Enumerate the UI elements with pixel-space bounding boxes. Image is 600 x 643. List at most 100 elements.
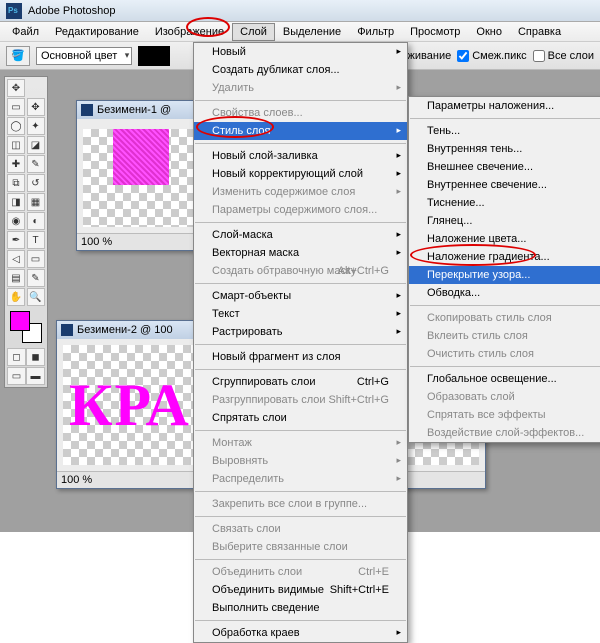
marquee-tool-icon[interactable]: ▭ [7, 98, 25, 116]
mi-delete[interactable]: Удалить [194, 79, 407, 97]
brush-tool-icon[interactable]: ✎ [27, 155, 45, 173]
lasso-tool-icon[interactable]: ◯ [7, 117, 25, 135]
screen-mode1-icon[interactable]: ▭ [7, 367, 26, 385]
mi-distribute[interactable]: Распределить [194, 470, 407, 488]
sm-stroke[interactable]: Обводка... [409, 284, 600, 302]
document-window-1[interactable]: Безимени-1 @ 100 % [76, 100, 206, 251]
mi-contentopt[interactable]: Параметры содержимого слоя... [194, 201, 407, 219]
quickmask-mode-icon[interactable]: ◼ [26, 348, 45, 366]
menu-separator [195, 559, 406, 560]
menu-edit[interactable]: Редактирование [47, 23, 147, 41]
sm-dropshadow[interactable]: Тень... [409, 122, 600, 140]
zoom-tool-icon[interactable]: 🔍 [27, 288, 45, 306]
menu-view[interactable]: Просмотр [402, 23, 468, 41]
mi-layerstyle[interactable]: Стиль слоя [194, 122, 407, 140]
fg-color[interactable] [10, 311, 30, 331]
sm-scaleeffects[interactable]: Воздействие слой-эффектов... [409, 424, 600, 442]
mi-vectormask[interactable]: Векторная маска [194, 244, 407, 262]
menu-window[interactable]: Окно [468, 23, 510, 41]
gradient-tool-icon[interactable]: ▦ [27, 193, 45, 211]
sm-blendopt[interactable]: Параметры наложения... [409, 97, 600, 115]
screen-mode2-icon[interactable]: ▬ [26, 367, 45, 385]
mi-hidelayers[interactable]: Спрятать слои [194, 409, 407, 427]
contiguous-checkbox[interactable]: Смеж.пикс [457, 50, 526, 62]
mi-merge[interactable]: Объединить слоиCtrl+E [194, 563, 407, 581]
menu-select[interactable]: Выделение [275, 23, 349, 41]
mi-layerprops[interactable]: Свойства слоев... [194, 104, 407, 122]
mi-ungroup[interactable]: Разгруппировать слоиShift+Ctrl+G [194, 391, 407, 409]
menu-file[interactable]: Файл [4, 23, 47, 41]
slice-tool-icon[interactable]: ◪ [27, 136, 45, 154]
mi-text[interactable]: Текст [194, 305, 407, 323]
mi-link[interactable]: Связать слои [194, 520, 407, 538]
pen-tool-icon[interactable]: ✒ [7, 231, 25, 249]
menu-layer[interactable]: Слой [232, 23, 275, 41]
eyedrop-tool-icon[interactable]: ✎ [27, 269, 45, 287]
mi-lockall[interactable]: Закрепить все слои в группе... [194, 495, 407, 513]
alllayers-checkbox[interactable]: Все слои [533, 50, 594, 62]
shape-tool-icon[interactable]: ▭ [27, 250, 45, 268]
type-tool-icon[interactable]: T [27, 231, 45, 249]
fill-source-combo[interactable]: Основной цвет [36, 47, 132, 65]
sm-copystyle[interactable]: Скопировать стиль слоя [409, 309, 600, 327]
menu-separator [410, 366, 600, 367]
path-tool-icon[interactable]: ◁ [7, 250, 25, 268]
menu-filter[interactable]: Фильтр [349, 23, 402, 41]
blur-tool-icon[interactable]: ◉ [7, 212, 25, 230]
hand-tool-icon[interactable]: ✋ [7, 288, 25, 306]
mi-layermask[interactable]: Слой-маска [194, 226, 407, 244]
crop-tool-icon[interactable]: ◫ [7, 136, 25, 154]
heal-tool-icon[interactable]: ✚ [7, 155, 25, 173]
menu-separator [195, 283, 406, 284]
ps-doc-icon [81, 104, 93, 116]
sm-patternoverlay[interactable]: Перекрытие узора... [409, 266, 600, 284]
history-tool-icon[interactable]: ↺ [27, 174, 45, 192]
stamp-tool-icon[interactable]: ⧉ [7, 174, 25, 192]
mi-mergevis[interactable]: Объединить видимыеShift+Ctrl+E [194, 581, 407, 599]
sm-hideeffects[interactable]: Спрятать все эффекты [409, 406, 600, 424]
color-swatches[interactable] [10, 311, 42, 343]
mi-new[interactable]: Новый [194, 43, 407, 61]
pattern-swatch[interactable] [138, 46, 170, 66]
notes-tool-icon[interactable]: ▤ [7, 269, 25, 287]
mi-newslice[interactable]: Новый фрагмент из слоя [194, 348, 407, 366]
sm-gradoverlay[interactable]: Наложение градиента... [409, 248, 600, 266]
sm-clearstyle[interactable]: Очистить стиль слоя [409, 345, 600, 363]
menu-image[interactable]: Изображение [147, 23, 232, 41]
sm-outerglow[interactable]: Внешнее свечение... [409, 158, 600, 176]
sm-innershadow[interactable]: Внутренняя тень... [409, 140, 600, 158]
mi-clipmask[interactable]: Создать обтравочную маскуAlt+Ctrl+G [194, 262, 407, 280]
mi-newfill[interactable]: Новый слой-заливка [194, 147, 407, 165]
sm-pastestyle[interactable]: Вклеить стиль слоя [409, 327, 600, 345]
menu-bar[interactable]: Файл Редактирование Изображение Слой Выд… [0, 22, 600, 42]
wand-tool-icon[interactable]: ✦ [27, 117, 45, 135]
mi-flatten[interactable]: Выполнить сведение [194, 599, 407, 617]
standard-mode-icon[interactable]: ◻ [7, 348, 26, 366]
mi-raster[interactable]: Растрировать [194, 323, 407, 341]
mi-newadj[interactable]: Новый корректирующий слой [194, 165, 407, 183]
sm-createlayer[interactable]: Образовать слой [409, 388, 600, 406]
sm-coloroverlay[interactable]: Наложение цвета... [409, 230, 600, 248]
menu-separator [410, 118, 600, 119]
doc1-canvas[interactable] [83, 129, 199, 227]
sm-satin[interactable]: Глянец... [409, 212, 600, 230]
bucket-tool-icon[interactable]: 🪣 [6, 46, 30, 66]
menu-help[interactable]: Справка [510, 23, 569, 41]
move-tool2-icon[interactable]: ✥ [27, 98, 45, 116]
mi-duplicate[interactable]: Создать дубликат слоя... [194, 61, 407, 79]
sm-innerglow[interactable]: Внутреннее свечение... [409, 176, 600, 194]
mi-changecontent[interactable]: Изменить содержимое слоя [194, 183, 407, 201]
mi-smartobj[interactable]: Смарт-объекты [194, 287, 407, 305]
sm-bevel[interactable]: Тиснение... [409, 194, 600, 212]
doc1-titlebar[interactable]: Безимени-1 @ [77, 101, 205, 119]
move-tool-icon[interactable]: ✥ [7, 79, 25, 97]
dodge-tool-icon[interactable]: ◐ [27, 212, 45, 230]
mi-align[interactable]: Выровнять [194, 452, 407, 470]
mi-selectlinked[interactable]: Выберите связанные слои [194, 538, 407, 556]
eraser-tool-icon[interactable]: ◨ [7, 193, 25, 211]
sm-globallight[interactable]: Глобальное освещение... [409, 370, 600, 388]
mi-arrange[interactable]: Монтаж [194, 434, 407, 452]
mi-matting[interactable]: Обработка краев [194, 624, 407, 642]
mi-group[interactable]: Сгруппировать слоиCtrl+G [194, 373, 407, 391]
app-icon [6, 3, 22, 19]
